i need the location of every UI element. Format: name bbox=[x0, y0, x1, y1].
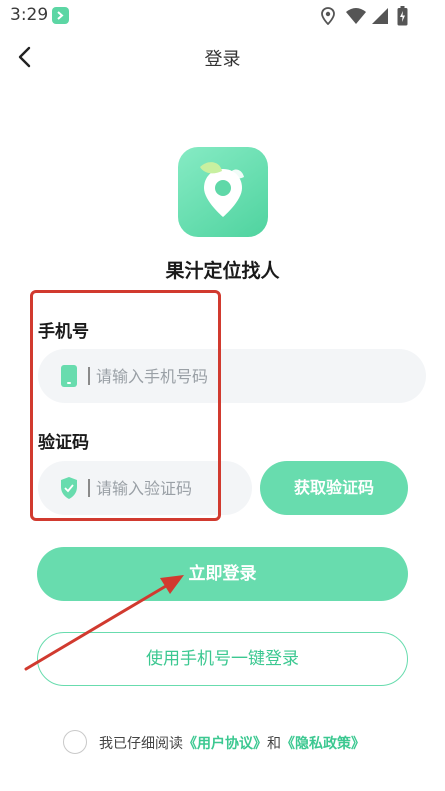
app-notification-icon bbox=[52, 7, 69, 24]
annotation-highlight-box bbox=[30, 290, 221, 521]
login-button[interactable]: 立即登录 bbox=[37, 547, 408, 601]
location-icon bbox=[321, 7, 335, 25]
one-click-login-button[interactable]: 使用手机号一键登录 bbox=[37, 632, 408, 686]
status-time: 3:29 bbox=[10, 5, 49, 25]
agreement-text: 我已仔细阅读《用户协议》和《隐私政策》 bbox=[99, 733, 365, 753]
get-code-button[interactable]: 获取验证码 bbox=[260, 461, 408, 515]
agreement-conjunction: 和 bbox=[267, 736, 281, 752]
privacy-policy-link[interactable]: 《隐私政策》 bbox=[281, 736, 365, 752]
status-bar: 3:29 bbox=[0, 0, 445, 32]
user-agreement-link[interactable]: 《用户协议》 bbox=[183, 736, 267, 752]
wifi-icon bbox=[346, 8, 366, 24]
status-icons bbox=[321, 6, 411, 26]
agreement-checkbox[interactable] bbox=[63, 730, 87, 754]
agreement-prefix: 我已仔细阅读 bbox=[99, 736, 183, 752]
location-pin-leaf-icon bbox=[200, 162, 244, 217]
app-name: 果汁定位找人 bbox=[165, 260, 280, 282]
battery-icon bbox=[397, 6, 408, 26]
signal-icon bbox=[372, 8, 388, 24]
page-title: 登录 bbox=[204, 49, 241, 70]
app-logo bbox=[178, 147, 268, 237]
